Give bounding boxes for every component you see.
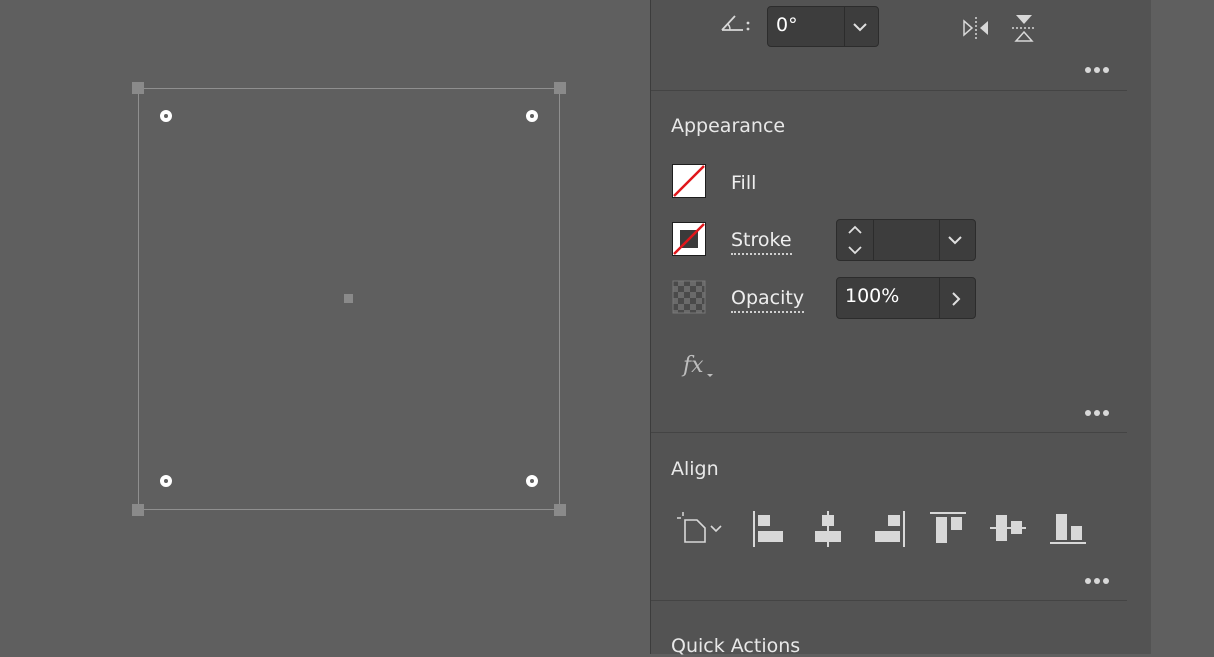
resize-handle-bottom-left[interactable] bbox=[132, 504, 144, 516]
align-bottom-icon[interactable] bbox=[1049, 510, 1087, 546]
opacity-checker-icon[interactable] bbox=[672, 280, 706, 314]
resize-handle-bottom-right[interactable] bbox=[554, 504, 566, 516]
center-point bbox=[344, 294, 353, 303]
flip-vertical-icon[interactable] bbox=[1009, 12, 1039, 44]
align-top-icon[interactable] bbox=[929, 510, 967, 546]
stepper-icon[interactable] bbox=[847, 224, 863, 256]
corner-radius-widget-top-right[interactable] bbox=[526, 110, 538, 122]
rotate-angle-value: 0° bbox=[776, 14, 798, 36]
chevron-right-icon[interactable] bbox=[949, 291, 963, 307]
opacity-label-text: Opacity bbox=[731, 287, 805, 313]
corner-radius-widget-bottom-right[interactable] bbox=[526, 475, 538, 487]
opacity-label[interactable]: Opacity bbox=[731, 287, 805, 313]
rotate-angle-field[interactable]: 0° bbox=[767, 6, 879, 47]
stroke-weight-field[interactable] bbox=[836, 219, 976, 261]
flip-horizontal-icon[interactable] bbox=[961, 14, 991, 42]
corner-radius-widget-top-left[interactable] bbox=[160, 110, 172, 122]
more-options-transform[interactable] bbox=[1085, 65, 1115, 75]
align-right-icon[interactable] bbox=[871, 510, 907, 548]
svg-text:fx: fx bbox=[681, 353, 704, 378]
fill-swatch-none[interactable] bbox=[672, 164, 706, 198]
artboard-canvas[interactable] bbox=[0, 0, 650, 654]
properties-panel: 0° Appearance Fill Stroke Opacity 100% f… bbox=[650, 0, 1152, 657]
canvas-right-area bbox=[1151, 0, 1214, 654]
stroke-label-text: Stroke bbox=[731, 229, 792, 255]
chevron-down-icon[interactable] bbox=[947, 234, 963, 246]
resize-handle-top-left[interactable] bbox=[132, 82, 144, 94]
angle-icon bbox=[721, 15, 750, 31]
align-vertical-center-icon[interactable] bbox=[989, 510, 1027, 546]
chevron-down-icon[interactable] bbox=[852, 21, 868, 33]
opacity-value: 100% bbox=[845, 285, 900, 307]
fx-icon[interactable]: fx bbox=[681, 350, 717, 380]
opacity-field[interactable]: 100% bbox=[836, 277, 976, 319]
stroke-label[interactable]: Stroke bbox=[731, 229, 792, 255]
align-title: Align bbox=[671, 458, 719, 480]
appearance-title: Appearance bbox=[671, 115, 786, 137]
corner-radius-widget-bottom-left[interactable] bbox=[160, 475, 172, 487]
resize-handle-top-right[interactable] bbox=[554, 82, 566, 94]
stroke-swatch-none[interactable] bbox=[672, 222, 706, 256]
align-to-icon[interactable] bbox=[675, 510, 727, 546]
align-left-icon[interactable] bbox=[751, 510, 787, 548]
more-options-appearance[interactable] bbox=[1085, 408, 1115, 418]
more-options-align[interactable] bbox=[1085, 576, 1115, 586]
align-horizontal-center-icon[interactable] bbox=[811, 510, 847, 548]
fill-label: Fill bbox=[731, 172, 757, 194]
